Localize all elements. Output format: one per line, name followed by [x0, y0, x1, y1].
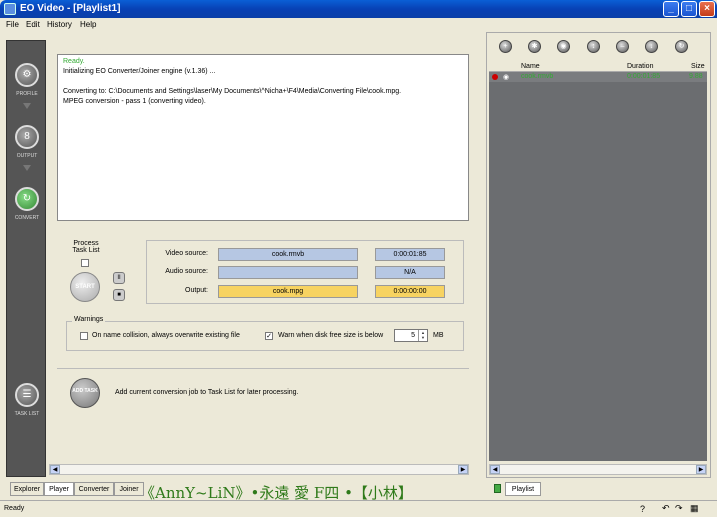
output-field[interactable]: cook.mpg — [218, 285, 358, 298]
warnings-title: Warnings — [72, 316, 106, 323]
log-panel[interactable]: Ready. Initializing EO Converter/Joiner … — [57, 54, 469, 221]
menu-bar: File Edit History Help — [0, 18, 717, 33]
title-bar: EO Video - [Playlist1] _ □ × — [0, 0, 717, 18]
playlist-tab-icon — [494, 484, 501, 493]
scroll-left-icon[interactable]: ◀ — [490, 465, 500, 474]
status-text: Ready — [4, 505, 25, 512]
process-task-checkbox[interactable] — [81, 259, 89, 267]
window-title: EO Video - [Playlist1] — [20, 3, 121, 14]
nav-profile-label: PROFILE — [16, 91, 38, 97]
output-icon[interactable]: 8 — [15, 125, 39, 149]
video-source-label: Video source: — [165, 250, 208, 257]
table-row[interactable]: ◉ cook.rmvb 0:00:01:85 9.88 — [489, 72, 707, 82]
log-line: Initializing EO Converter/Joiner engine … — [63, 68, 216, 75]
status-bar: Ready ? ↶ ↷ ▦ — [0, 500, 717, 517]
add-file-icon[interactable]: + — [499, 40, 512, 53]
output-label: Output: — [185, 287, 208, 294]
stop-button[interactable]: ■ — [113, 289, 125, 301]
disk-warn-label: Warn when disk free size is below — [278, 332, 384, 339]
down-arrow-icon — [23, 103, 31, 109]
refresh-icon[interactable]: ↻ — [675, 40, 688, 53]
menu-edit[interactable]: Edit — [26, 20, 40, 29]
left-sidebar: ⚙ PROFILE 8 OUTPUT ↻ CONVERT ☰ TASK LIST — [6, 40, 46, 477]
minimize-button[interactable]: _ — [663, 1, 679, 17]
scroll-left-icon[interactable]: ◀ — [50, 465, 60, 474]
pause-button[interactable]: II — [113, 272, 125, 284]
profile-icon[interactable]: ⚙ — [15, 63, 39, 87]
record-icon — [492, 74, 498, 80]
scroll-right-icon[interactable]: ▶ — [696, 465, 706, 474]
tab-converter[interactable]: Converter — [74, 482, 114, 496]
main-hscrollbar[interactable]: ◀ ▶ — [49, 464, 469, 475]
task-list-icon[interactable]: ☰ — [15, 383, 39, 407]
app-icon[interactable] — [4, 3, 16, 15]
scroll-right-icon[interactable]: ▶ — [458, 465, 468, 474]
tab-playlist[interactable]: Playlist — [505, 482, 541, 496]
close-button[interactable]: × — [699, 1, 715, 17]
maximize-button[interactable]: □ — [681, 1, 697, 17]
nav-convert-label: CONVERT — [14, 215, 40, 221]
playlist-body[interactable] — [489, 72, 707, 461]
process-task-list-label: Process Task List — [72, 240, 100, 254]
add-task-button[interactable]: ADD TASK — [70, 378, 100, 408]
redo-icon[interactable]: ↷ — [675, 503, 683, 514]
audio-duration: N/A — [375, 266, 445, 279]
disk-warn-checkbox[interactable]: ✓ — [265, 332, 273, 340]
tab-player[interactable]: Player — [44, 482, 74, 496]
move-icon[interactable]: ↕ — [587, 40, 600, 53]
remove-icon[interactable]: – — [616, 40, 629, 53]
settings-icon[interactable]: ✱ — [528, 40, 541, 53]
add-task-description: Add current conversion job to Task List … — [115, 389, 299, 396]
playlist-item-size: 9.88 — [689, 73, 703, 80]
log-line: MPEG conversion - pass 1 (converting vid… — [63, 98, 206, 105]
divider — [57, 368, 469, 369]
log-line: Converting to: C:\Documents and Settings… — [63, 88, 402, 95]
playlist-item-name: cook.rmvb — [521, 73, 554, 80]
column-duration[interactable]: Duration — [627, 63, 653, 70]
column-size[interactable]: Size — [691, 63, 705, 70]
spinner-arrows-icon[interactable]: ▲ ▼ — [418, 330, 427, 341]
grid-icon[interactable]: ▦ — [690, 503, 699, 514]
collision-checkbox[interactable] — [80, 332, 88, 340]
menu-file[interactable]: File — [6, 20, 19, 29]
undo-icon[interactable]: ↶ — [662, 503, 670, 514]
help-icon[interactable]: ? — [640, 504, 645, 514]
log-header — [49, 40, 469, 54]
output-duration: 0:00:00:00 — [375, 285, 445, 298]
audio-source-field[interactable] — [218, 266, 358, 279]
eye-icon[interactable]: ◉ — [557, 40, 570, 53]
column-name[interactable]: Name — [521, 63, 540, 70]
playlist-header: Name Duration Size — [489, 62, 707, 72]
playlist-item-duration: 0:00:01:85 — [627, 73, 661, 80]
collision-label: On name collision, always overwrite exis… — [92, 332, 240, 339]
down-arrow-icon — [23, 165, 31, 171]
nav-task-list-label: TASK LIST — [14, 411, 40, 417]
disk-unit: MB — [433, 332, 444, 339]
log-status: Ready. — [63, 58, 85, 65]
convert-icon[interactable]: ↻ — [15, 187, 39, 211]
video-duration: 0:00:01:85 — [375, 248, 445, 261]
download-icon[interactable]: ↓ — [645, 40, 658, 53]
video-source-field[interactable]: cook.rmvb — [218, 248, 358, 261]
nav-output-label: OUTPUT — [16, 153, 38, 159]
playlist-hscrollbar[interactable]: ◀ ▶ — [489, 464, 707, 475]
menu-help[interactable]: Help — [80, 20, 96, 29]
tab-explorer[interactable]: Explorer — [10, 482, 44, 496]
menu-history[interactable]: History — [47, 20, 72, 29]
audio-source-label: Audio source: — [165, 268, 208, 275]
eye-icon: ◉ — [503, 74, 510, 81]
start-button[interactable]: START — [70, 272, 100, 302]
